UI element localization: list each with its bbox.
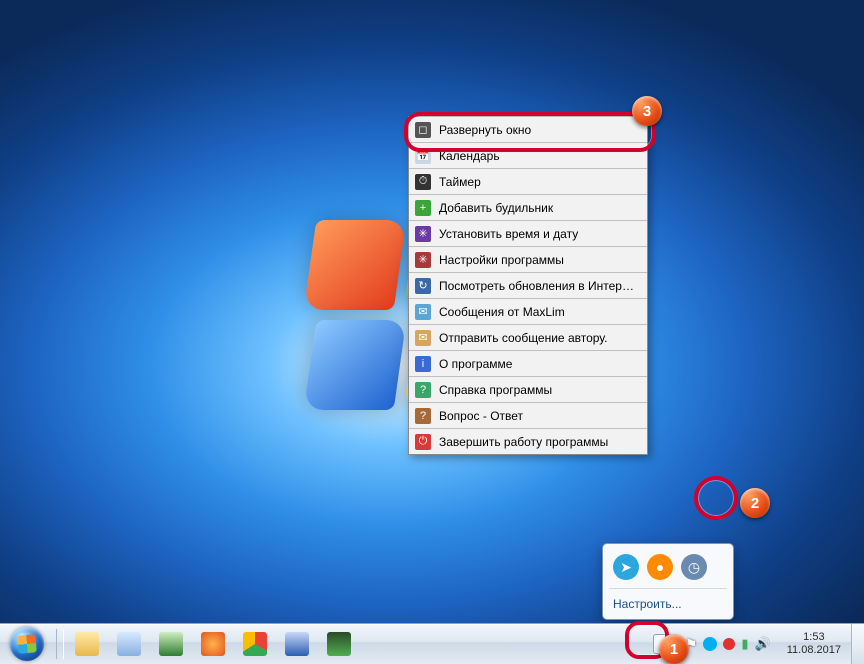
menu-item-label: О программе — [439, 357, 639, 371]
menu-item-label: Добавить будильник — [439, 201, 639, 215]
firefox-icon[interactable] — [193, 628, 233, 660]
menu-item[interactable]: ✳ Настройки программы — [409, 247, 647, 273]
notepad-icon[interactable] — [109, 628, 149, 660]
menu-item[interactable]: ✳ Установить время и дату — [409, 221, 647, 247]
firefox-icon-glyph — [201, 632, 225, 656]
clock-time: 1:53 — [787, 631, 841, 644]
menu-item-icon: + — [415, 200, 431, 216]
menu-item[interactable]: ⏱ Таймер — [409, 169, 647, 195]
menu-item-label: Посмотреть обновления в Интернете — [439, 279, 639, 293]
menu-item[interactable]: ? Вопрос - Ответ — [409, 403, 647, 429]
tray-configure-link[interactable]: Настроить... — [609, 588, 727, 613]
menu-item[interactable]: ◻ Развернуть окно — [409, 117, 647, 143]
menu-item[interactable]: 📅 Календарь — [409, 143, 647, 169]
taskmgr-icon[interactable] — [319, 628, 359, 660]
menu-item-icon: ✳ — [415, 252, 431, 268]
skype-tray-icon[interactable] — [703, 637, 717, 651]
menu-item-label: Календарь — [439, 149, 639, 163]
chrome-icon[interactable] — [235, 628, 275, 660]
volume-icon[interactable]: 🔊 — [755, 636, 771, 652]
clock-app-icon[interactable]: ◷ — [681, 554, 707, 580]
action-center-icon[interactable]: ⚑ — [685, 636, 698, 653]
menu-item-label: Сообщения от MaxLim — [439, 305, 639, 319]
menu-item[interactable]: ⏻ Завершить работу программы — [409, 429, 647, 454]
menu-item-label: Установить время и дату — [439, 227, 639, 241]
menu-item-icon: i — [415, 356, 431, 372]
menu-item[interactable]: i О программе — [409, 351, 647, 377]
tray-overflow-button[interactable]: ▲ — [653, 634, 679, 654]
menu-item-icon: ↻ — [415, 278, 431, 294]
excel-icon-glyph — [159, 632, 183, 656]
menu-item-label: Отправить сообщение автору. — [439, 331, 639, 345]
menu-item[interactable]: + Добавить будильник — [409, 195, 647, 221]
menu-item-label: Завершить работу программы — [439, 435, 639, 449]
menu-item-icon: ? — [415, 382, 431, 398]
menu-item-label: Настройки программы — [439, 253, 639, 267]
word-icon-glyph — [285, 632, 309, 656]
taskbar-separator — [56, 629, 64, 659]
excel-icon[interactable] — [151, 628, 191, 660]
explorer-icon[interactable] — [67, 628, 107, 660]
menu-item[interactable]: ✉ Отправить сообщение автору. — [409, 325, 647, 351]
menu-item-label: Вопрос - Ответ — [439, 409, 639, 423]
telegram-icon[interactable]: ➤ — [613, 554, 639, 580]
start-orb-icon — [10, 627, 44, 661]
menu-item-icon: ⏱ — [415, 174, 431, 190]
network-icon[interactable]: ▮ — [741, 636, 748, 652]
menu-item-icon: ? — [415, 408, 431, 424]
chevron-up-icon: ▲ — [661, 639, 671, 650]
menu-item-icon: ⏻ — [415, 434, 431, 450]
menu-item-icon: ✉ — [415, 304, 431, 320]
menu-item-icon: ✉ — [415, 330, 431, 346]
menu-item[interactable]: ↻ Посмотреть обновления в Интернете — [409, 273, 647, 299]
menu-item-label: Справка программы — [439, 383, 639, 397]
menu-item-icon: 📅 — [415, 148, 431, 164]
taskbar: ▲ ⚑ ▮ 🔊 1:53 11.08.2017 — [0, 623, 864, 664]
avast-icon[interactable]: ● — [647, 554, 673, 580]
menu-item-label: Развернуть окно — [439, 123, 639, 137]
menu-item[interactable]: ? Справка программы — [409, 377, 647, 403]
clock-date: 11.08.2017 — [787, 644, 841, 657]
menu-item-icon: ◻ — [415, 122, 431, 138]
start-button[interactable] — [0, 624, 54, 664]
explorer-icon-glyph — [75, 632, 99, 656]
close-tray-icon[interactable] — [723, 638, 735, 650]
menu-item[interactable]: ✉ Сообщения от MaxLim — [409, 299, 647, 325]
menu-item-icon: ✳ — [415, 226, 431, 242]
chrome-icon-glyph — [243, 632, 267, 656]
show-desktop-button[interactable] — [851, 624, 864, 664]
taskbar-clock[interactable]: 1:53 11.08.2017 — [777, 631, 851, 657]
taskmgr-icon-glyph — [327, 632, 351, 656]
menu-item-label: Таймер — [439, 175, 639, 189]
tray-overflow-popup: ➤ ● ◷ Настроить... — [602, 543, 734, 620]
word-icon[interactable] — [277, 628, 317, 660]
tray-context-menu: ◻ Развернуть окно 📅 Календарь ⏱ Таймер + Добави… — [408, 116, 648, 455]
notepad-icon-glyph — [117, 632, 141, 656]
